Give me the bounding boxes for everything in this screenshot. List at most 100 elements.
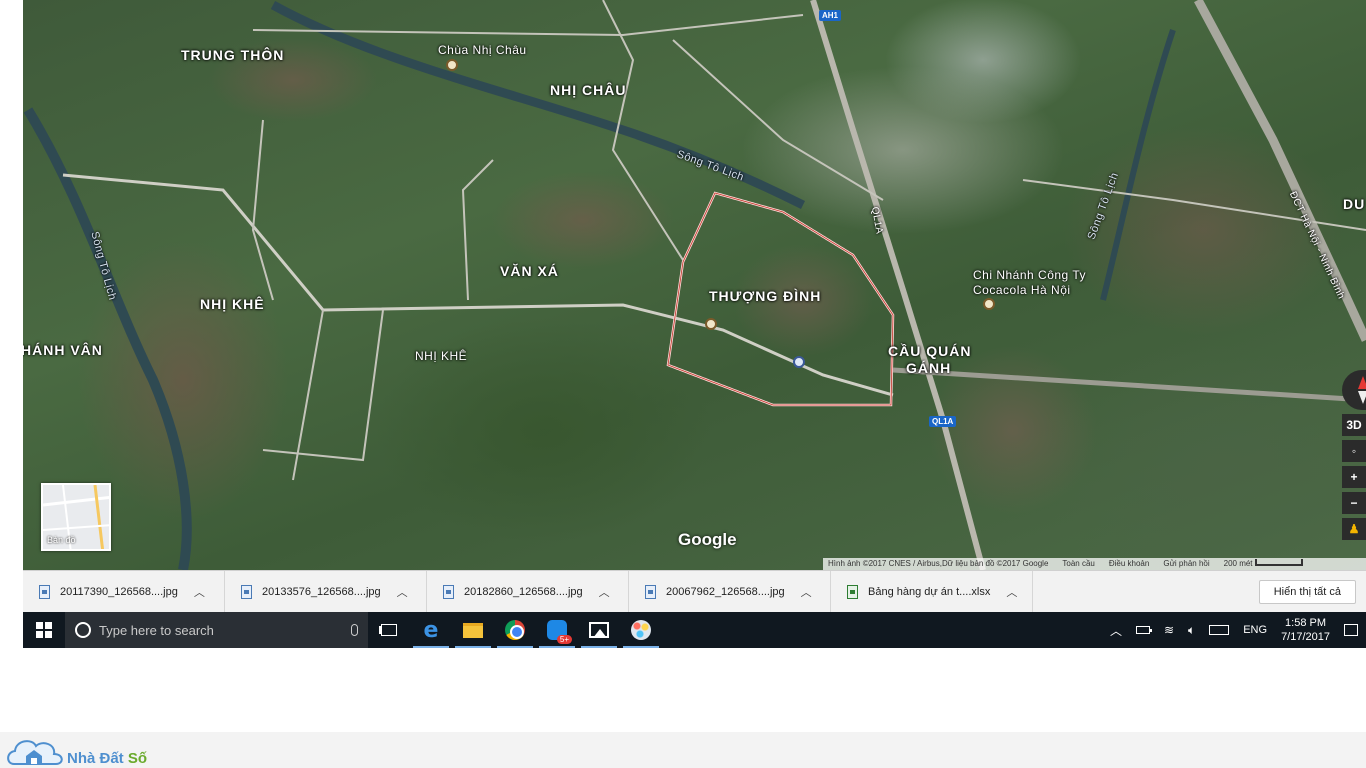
cortana-icon (75, 622, 91, 638)
folder-icon (463, 622, 483, 638)
chrome-app[interactable] (494, 612, 536, 648)
tilt-icon: ◦ (1351, 444, 1357, 458)
download-filename: 20117390_126568....jpg (60, 585, 178, 598)
chrome-icon (505, 620, 525, 640)
brand-name-part1: Nhà Đất (67, 750, 128, 767)
pegman-icon: ♟ (1348, 522, 1360, 536)
imagery-credit: Hình ảnh ©2017 CNES / Airbus,Dữ liệu bản… (828, 559, 1049, 568)
windows-icon (36, 622, 52, 638)
global-link[interactable]: Toàn cầu (1062, 558, 1094, 570)
download-filename: 20182860_126568....jpg (464, 585, 583, 598)
label-cocacola-1[interactable]: Chi Nhánh Công Ty (973, 268, 1086, 282)
label-du: DU (1343, 196, 1366, 212)
clock[interactable]: 1:58 PM 7/17/2017 (1281, 616, 1330, 644)
3d-button[interactable]: 3D (1342, 414, 1366, 436)
edge-icon: e (423, 617, 439, 643)
label-van-xa: VĂN XÁ (500, 263, 559, 279)
microphone-icon[interactable] (351, 624, 358, 636)
chevron-up-icon[interactable]: ︿ (1006, 584, 1017, 600)
zalo-app[interactable]: 5+ (536, 612, 578, 648)
task-view-icon (381, 624, 397, 636)
brand-name: Nhà Đất Số (67, 750, 147, 767)
map-controls: 3D ◦ + − ♟ (1342, 370, 1366, 540)
chevron-up-icon[interactable]: ︿ (194, 584, 205, 600)
school-icon[interactable] (793, 356, 805, 368)
label-hanh-van: HÁNH VÂN (23, 342, 103, 358)
map-type-toggle[interactable]: Bản đồ (41, 483, 111, 551)
minimap-label: Bản đồ (47, 535, 76, 545)
photos-app[interactable] (578, 612, 620, 648)
ah1-shield: AH1 (819, 10, 842, 21)
clock-time: 1:58 PM (1285, 617, 1327, 629)
scale-label: 200 mét (1224, 558, 1303, 570)
label-chua-nhi-chau[interactable]: Chùa Nhị Châu (438, 43, 527, 57)
download-filename: 20133576_126568....jpg (262, 585, 381, 598)
label-thuong-dinh: THƯỢNG ĐÌNH (709, 288, 822, 304)
scale-text: 200 mét (1223, 559, 1253, 568)
satellite-map[interactable]: TRUNG THÔN Chùa Nhị Châu NHỊ CHÂU Sông T… (23, 0, 1366, 570)
paint-icon (631, 620, 651, 640)
zoom-in-button[interactable]: + (1342, 466, 1366, 488)
tilt-button[interactable]: ◦ (1342, 440, 1366, 462)
compass-icon[interactable] (1342, 370, 1366, 410)
download-item[interactable]: 20182860_126568....jpg ︿ (427, 570, 629, 613)
show-all-button[interactable]: Hiển thị tất cả (1258, 579, 1356, 604)
downloads-bar: 20117390_126568....jpg ︿ 20133576_126568… (23, 570, 1366, 613)
download-item[interactable]: 20117390_126568....jpg ︿ (23, 570, 225, 613)
scale-bar (1254, 559, 1303, 566)
label-cau-quan: CẦU QUÁN (888, 343, 972, 359)
taskbar-search[interactable]: Type here to search (65, 612, 368, 648)
brand-name-part2: Số (127, 750, 148, 767)
wifi-icon[interactable]: ≋ (1164, 623, 1174, 637)
image-file-icon (241, 584, 252, 599)
label-ganh: GÁNH (906, 360, 952, 376)
zoom-out-button[interactable]: − (1342, 492, 1366, 514)
label-nhi-khe-1: NHỊ KHÊ (200, 296, 265, 312)
windows-taskbar: Type here to search e 5+ ︿ ≋ 🔈︎ ENG 1:58… (23, 612, 1366, 648)
map-attribution: Hình ảnh ©2017 CNES / Airbus,Dữ liệu bản… (823, 558, 1366, 570)
chevron-up-icon[interactable]: ︿ (397, 584, 408, 600)
street-view-button[interactable]: ♟ (1342, 518, 1366, 540)
map-roads (23, 0, 1366, 570)
edge-app[interactable]: e (410, 612, 452, 648)
label-nhi-chau: NHỊ CHÂU (550, 82, 627, 98)
terms-link[interactable]: Điều khoản (1109, 558, 1149, 570)
chevron-up-icon[interactable]: ︿ (801, 584, 812, 600)
image-file-icon (39, 584, 50, 599)
excel-file-icon (847, 584, 858, 599)
pagoda-icon[interactable] (446, 59, 458, 71)
factory-icon[interactable] (983, 298, 995, 310)
battery-icon[interactable] (1135, 626, 1152, 634)
label-nhi-khe-2: NHỊ KHÊ (415, 349, 468, 363)
download-filename: 20067962_126568....jpg (666, 585, 785, 598)
temple-icon[interactable] (705, 318, 717, 330)
paint-app[interactable] (620, 612, 662, 648)
label-trung-thon: TRUNG THÔN (181, 47, 285, 63)
volume-icon[interactable]: 🔈︎ (1188, 623, 1195, 638)
zalo-icon: 5+ (547, 620, 572, 644)
notification-badge: 5+ (556, 635, 572, 644)
clock-date: 7/17/2017 (1281, 631, 1330, 643)
download-item[interactable]: 20133576_126568....jpg ︿ (225, 570, 427, 613)
task-view-button[interactable] (368, 612, 410, 648)
action-center-icon[interactable] (1344, 624, 1358, 636)
image-file-icon (645, 584, 656, 599)
ql1a-shield: QL1A (929, 416, 957, 427)
download-filename: Bảng hàng dự án t....xlsx (868, 585, 991, 598)
keyboard-icon[interactable] (1209, 625, 1230, 635)
cloud-house-logo (6, 734, 64, 768)
system-tray: ︿ ≋ 🔈︎ ENG 1:58 PM 7/17/2017 (1110, 612, 1366, 648)
brand-watermark: Nhà Đất Số (6, 734, 147, 768)
start-button[interactable] (23, 612, 65, 648)
language-indicator[interactable]: ENG (1243, 624, 1267, 636)
google-logo: Google (678, 530, 737, 549)
download-item[interactable]: 20067962_126568....jpg ︿ (629, 570, 831, 613)
download-item[interactable]: Bảng hàng dự án t....xlsx ︿ (831, 570, 1033, 613)
search-placeholder: Type here to search (99, 622, 214, 638)
chevron-up-icon[interactable]: ︿ (599, 584, 610, 600)
file-explorer-app[interactable] (452, 612, 494, 648)
brand-strip (0, 732, 1366, 768)
chevron-up-icon[interactable]: ︿ (1110, 622, 1122, 639)
label-cocacola-2[interactable]: Cocacola Hà Nội (973, 283, 1071, 297)
feedback-link[interactable]: Gửi phản hồi (1163, 558, 1209, 570)
